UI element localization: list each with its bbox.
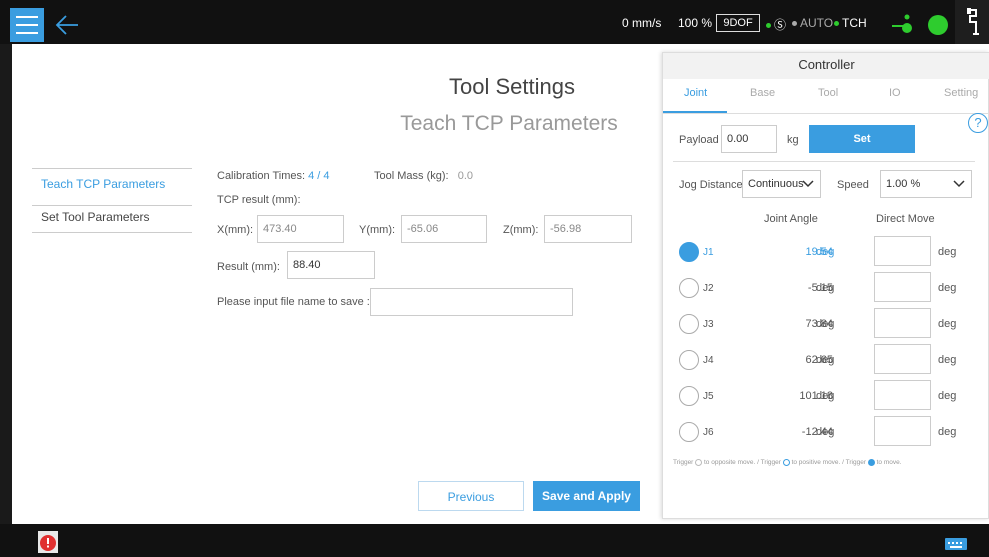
jog-distance-select[interactable]: Continuous — [742, 170, 821, 198]
result-label: Result (mm): — [217, 261, 280, 273]
tab-joint[interactable]: Joint — [684, 87, 707, 99]
joint-unit: deg — [816, 246, 835, 258]
direct-move-input[interactable] — [874, 308, 931, 338]
joint-label: J2 — [703, 283, 714, 294]
nav-item-set-tool[interactable]: Set Tool Parameters — [32, 202, 192, 232]
x-label: X(mm): — [217, 224, 254, 236]
payload-unit: kg — [787, 134, 799, 146]
nav-divider — [32, 232, 192, 233]
enable-switch-icon[interactable] — [890, 12, 916, 34]
direct-move-input[interactable] — [874, 380, 931, 410]
joint-unit: deg — [816, 426, 835, 438]
joint-unit: deg — [816, 354, 835, 366]
menu-button[interactable] — [10, 8, 44, 42]
x-field[interactable]: 473.40 — [257, 215, 344, 243]
direct-move-unit: deg — [938, 390, 957, 402]
controller-panel: Controller Joint Base Tool IO Setting ? … — [662, 52, 989, 519]
radio-hint-icon — [782, 459, 790, 466]
tab-divider — [663, 113, 989, 114]
direct-move-input[interactable] — [874, 272, 931, 302]
joint-label: J4 — [703, 355, 714, 366]
bottom-bar — [0, 524, 989, 557]
tcp-result-label: TCP result (mm): — [217, 194, 301, 206]
nav-item-teach-tcp[interactable]: Teach TCP Parameters — [32, 169, 192, 199]
joint-radio-j4[interactable] — [679, 350, 699, 370]
s-mode-indicator: Ⓢ — [766, 16, 786, 33]
alert-icon[interactable] — [37, 530, 59, 554]
page-subtitle: Teach TCP Parameters — [400, 112, 618, 135]
joint-label: J5 — [703, 391, 714, 402]
tch-mode-indicator: TCH — [834, 16, 867, 30]
speed-readout: 0 mm/s — [622, 16, 662, 30]
direct-move-unit: deg — [938, 426, 957, 438]
y-field[interactable]: -65.06 — [401, 215, 487, 243]
tab-io[interactable]: IO — [889, 87, 901, 99]
keyboard-icon[interactable] — [945, 538, 967, 550]
save-and-apply-button[interactable]: Save and Apply — [533, 481, 640, 511]
file-name-label: Please input file name to save : — [217, 296, 370, 308]
direct-move-input[interactable] — [874, 344, 931, 374]
chevron-down-icon — [802, 171, 814, 207]
direct-move-unit: deg — [938, 246, 957, 258]
direct-move-input[interactable] — [874, 416, 931, 446]
speed-select[interactable]: 1.00 % — [880, 170, 972, 198]
result-field[interactable]: 88.40 — [287, 251, 375, 279]
direct-move-header: Direct Move — [876, 213, 935, 225]
joint-radio-j3[interactable] — [679, 314, 699, 334]
controller-title: Controller — [663, 53, 989, 79]
joint-unit: deg — [816, 282, 835, 294]
payload-label: Payload — [679, 134, 719, 146]
status-ok-icon[interactable] — [928, 15, 948, 35]
tab-base[interactable]: Base — [750, 87, 775, 99]
jog-distance-label: Jog Distance — [679, 179, 743, 191]
radio-hint-icon — [695, 459, 703, 466]
direct-move-unit: deg — [938, 282, 957, 294]
joint-label: J3 — [703, 319, 714, 330]
calibration-times: Calibration Times: 4 / 4 — [217, 170, 330, 182]
joint-radio-j6[interactable] — [679, 422, 699, 442]
joint-radio-j2[interactable] — [679, 278, 699, 298]
tab-tool[interactable]: Tool — [818, 87, 838, 99]
joint-angle-header: Joint Angle — [764, 213, 818, 225]
z-field[interactable]: -56.98 — [544, 215, 632, 243]
chevron-down-icon — [953, 171, 965, 207]
divider — [673, 161, 975, 162]
jog-hint: Trigger to opposite move. / Trigger to p… — [673, 459, 902, 467]
z-label: Z(mm): — [503, 224, 539, 236]
tool-mass: Tool Mass (kg): 0.0 — [374, 170, 474, 182]
back-arrow-icon[interactable] — [52, 10, 82, 40]
direct-move-unit: deg — [938, 318, 957, 330]
joint-radio-j5[interactable] — [679, 386, 699, 406]
dof-mode-box[interactable]: 9DOF — [716, 14, 760, 32]
tab-setting[interactable]: Setting — [944, 87, 978, 99]
joint-label: J6 — [703, 427, 714, 438]
robot-arm-icon[interactable] — [955, 0, 989, 44]
file-name-input[interactable] — [370, 288, 573, 316]
payload-input[interactable]: 0.00 — [721, 125, 777, 153]
help-icon[interactable]: ? — [968, 113, 988, 133]
y-label: Y(mm): — [359, 224, 396, 236]
page-title: Tool Settings — [449, 74, 575, 99]
previous-button[interactable]: Previous — [418, 481, 524, 511]
top-bar: 0 mm/s 100 % 9DOF Ⓢ AUTO TCH — [0, 0, 989, 44]
speed-label: Speed — [837, 179, 869, 191]
direct-move-unit: deg — [938, 354, 957, 366]
direct-move-input[interactable] — [874, 236, 931, 266]
joint-unit: deg — [816, 390, 835, 402]
tab-active-indicator — [663, 111, 727, 113]
joint-unit: deg — [816, 318, 835, 330]
radio-hint-icon — [867, 459, 875, 466]
joint-label: J1 — [703, 247, 714, 258]
set-payload-button[interactable]: Set — [809, 125, 915, 153]
joint-radio-j1[interactable] — [679, 242, 699, 262]
auto-mode-indicator: AUTO — [792, 16, 833, 30]
speed-percent[interactable]: 100 % — [678, 16, 712, 30]
